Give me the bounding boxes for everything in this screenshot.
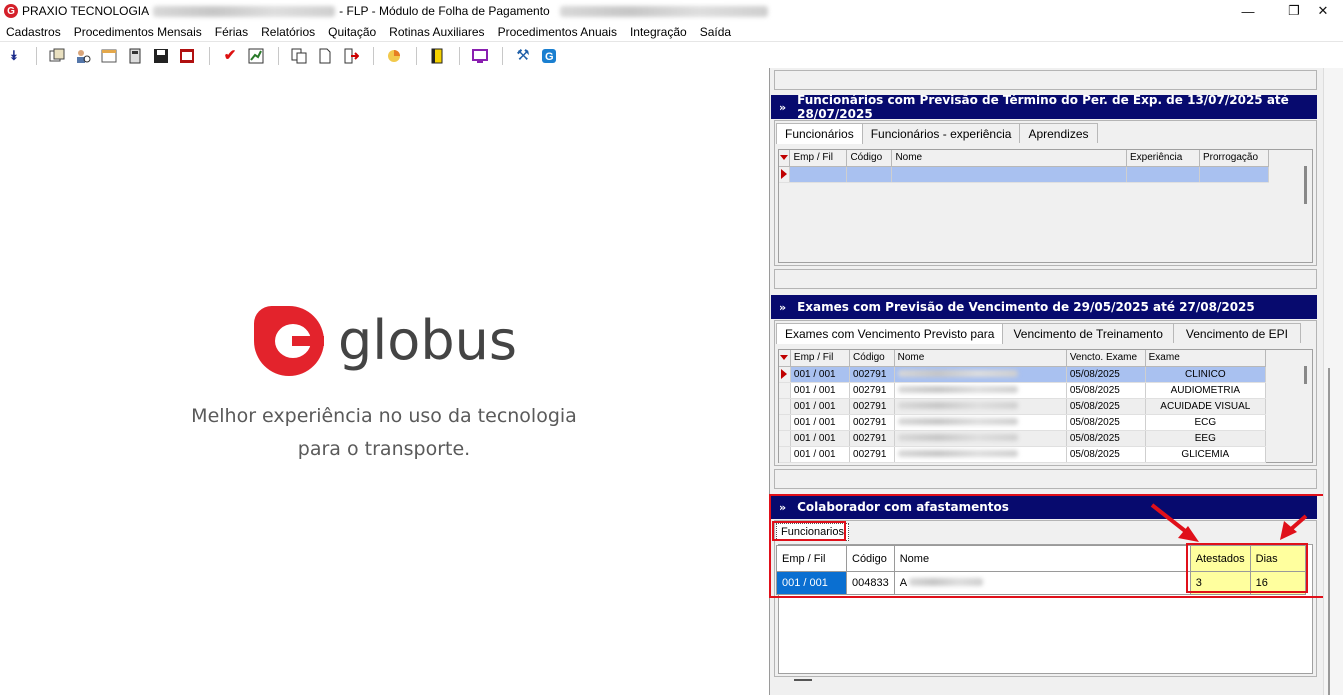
scrollbar-thumb[interactable]: [1328, 368, 1330, 695]
main-scrollbar[interactable]: [1323, 68, 1343, 695]
annotation-arrows: [1150, 503, 1308, 542]
arrow-to-dias-icon: [1280, 514, 1308, 540]
arrow-to-atestados-icon: [1150, 503, 1199, 542]
